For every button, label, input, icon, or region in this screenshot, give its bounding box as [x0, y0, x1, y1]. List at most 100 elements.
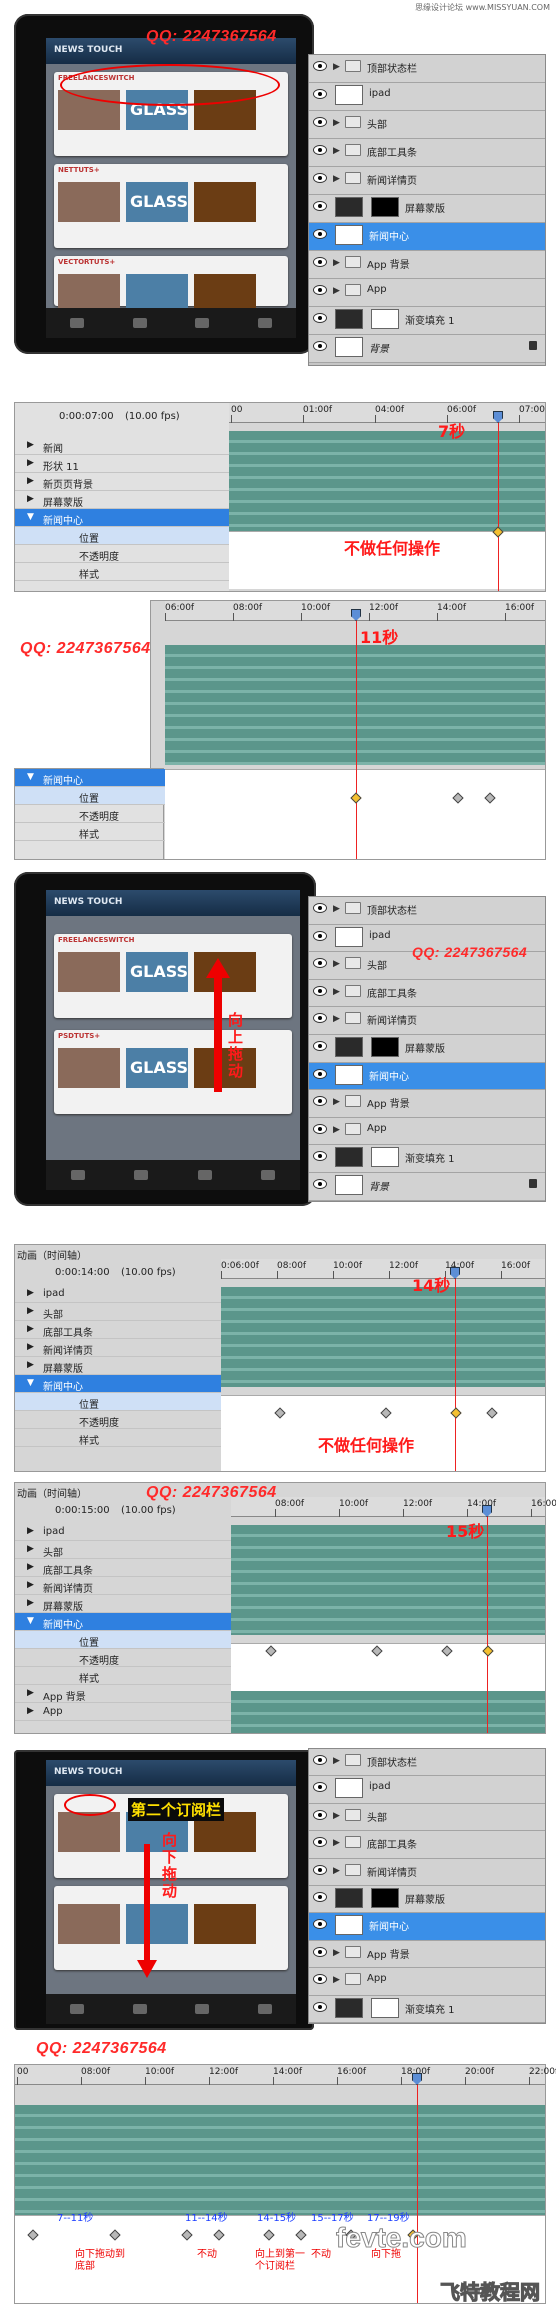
layer-row[interactable]: ▶ 头部	[309, 1803, 545, 1832]
expand-triangle-icon[interactable]: ▶	[333, 1125, 340, 1135]
expand-triangle-icon[interactable]: ▶	[27, 1598, 34, 1608]
expand-triangle-icon[interactable]: ▶	[333, 959, 340, 969]
timeline-row[interactable]: ▼ 新闻中心	[15, 1613, 231, 1631]
layer-row[interactable]: ▶ 新闻详情页	[309, 167, 545, 195]
layer-row[interactable]: ▶ App 背景	[309, 1090, 545, 1118]
layer-row[interactable]: ▶ App	[309, 1968, 545, 1996]
timeline-row[interactable]: ▼ 新闻中心	[15, 1375, 221, 1393]
eye-icon[interactable]	[313, 2001, 327, 2012]
expand-triangle-icon[interactable]: ▶	[333, 286, 340, 296]
timeline-row[interactable]: ▶ 底部工具条	[15, 1559, 231, 1577]
eye-icon[interactable]	[313, 285, 327, 295]
expand-triangle-icon[interactable]: ▶	[27, 1342, 34, 1352]
layer-row[interactable]: 屏幕蒙版	[309, 195, 545, 223]
expand-triangle-icon[interactable]: ▶	[333, 1866, 340, 1876]
timeline-row[interactable]: ▶ 新闻详情页	[15, 1339, 221, 1357]
eye-icon[interactable]	[313, 61, 327, 71]
timeline-row[interactable]: 样式	[15, 563, 229, 581]
eye-icon[interactable]	[313, 1946, 327, 1957]
eye-icon[interactable]	[313, 201, 327, 211]
expand-triangle-icon[interactable]: ▶	[333, 1948, 340, 1958]
timeline-row[interactable]: 位置	[15, 527, 229, 545]
eye-icon[interactable]	[313, 145, 327, 155]
timeline-row[interactable]: 位置	[15, 787, 165, 805]
timeline-row[interactable]: ▶ 屏幕蒙版	[15, 1595, 231, 1613]
expand-triangle-icon[interactable]: ▶	[333, 1756, 340, 1766]
news-card[interactable]: VECTORTUTS+	[54, 256, 288, 314]
timeline-row[interactable]: 不透明度	[15, 1411, 221, 1429]
expand-triangle-icon[interactable]: ▶	[333, 904, 340, 914]
layer-row[interactable]: 屏幕蒙版	[309, 1035, 545, 1063]
expand-triangle-icon[interactable]: ▶	[27, 476, 34, 486]
news-card[interactable]: PSDTUTS+ GLASS	[54, 1030, 292, 1114]
timeline-row[interactable]: ▶ 底部工具条	[15, 1321, 221, 1339]
expand-triangle-icon[interactable]: ▶	[333, 987, 340, 997]
expand-triangle-icon[interactable]: ▼	[27, 772, 34, 782]
timeline-row[interactable]: 位置	[15, 1393, 221, 1411]
layer-row[interactable]: 新闻中心	[309, 1913, 545, 1941]
timeline-row[interactable]: ▶ ipad	[15, 1523, 231, 1541]
eye-icon[interactable]	[313, 1013, 327, 1024]
expand-triangle-icon[interactable]: ▶	[27, 1688, 34, 1698]
eye-icon[interactable]	[313, 1837, 327, 1848]
layer-row[interactable]: ▶ 新闻详情页	[309, 1007, 545, 1035]
eye-icon[interactable]	[313, 1151, 327, 1162]
layer-row[interactable]: ipad	[309, 83, 545, 111]
eye-icon[interactable]	[313, 1068, 327, 1079]
layer-row[interactable]: ▶ App	[309, 1117, 545, 1146]
timeline-row[interactable]: 不透明度	[15, 545, 229, 563]
expand-triangle-icon[interactable]: ▶	[27, 1580, 34, 1590]
eye-icon[interactable]	[313, 1782, 327, 1793]
eye-icon[interactable]	[313, 257, 327, 267]
expand-triangle-icon[interactable]: ▶	[27, 1360, 34, 1370]
timeline-row[interactable]: ▶ 新闻	[15, 437, 229, 455]
layer-row[interactable]: ▶ App 背景	[309, 1940, 545, 1969]
timeline-row[interactable]: 样式	[15, 823, 165, 841]
timeline-row[interactable]: ▶ 头部	[15, 1541, 231, 1559]
layer-row[interactable]: ▶ 底部工具条	[309, 979, 545, 1008]
eye-icon[interactable]	[313, 903, 327, 913]
timeline-row[interactable]: ▶ 新闻详情页	[15, 1577, 231, 1595]
layer-row[interactable]: ▶ 顶部状态栏	[309, 55, 545, 83]
eye-icon[interactable]	[313, 1864, 327, 1875]
eye-icon[interactable]	[313, 173, 327, 183]
eye-icon[interactable]	[313, 341, 327, 351]
timeline-row[interactable]: 位置	[15, 1631, 231, 1649]
expand-triangle-icon[interactable]: ▶	[333, 1811, 340, 1821]
expand-triangle-icon[interactable]: ▼	[27, 512, 34, 522]
layer-row[interactable]: 背景	[309, 1173, 545, 1201]
expand-triangle-icon[interactable]: ▶	[333, 1838, 340, 1848]
expand-triangle-icon[interactable]: ▶	[333, 118, 340, 128]
layer-row[interactable]: ▶ 底部工具条	[309, 139, 545, 167]
eye-icon[interactable]	[313, 1809, 327, 1820]
eye-icon[interactable]	[313, 1041, 327, 1051]
timeline-row[interactable]: ▶ 屏幕蒙版	[15, 491, 229, 509]
layer-row[interactable]: 新闻中心	[309, 223, 545, 251]
eye-icon[interactable]	[313, 1892, 327, 1902]
layer-row[interactable]: ▶ App 背景	[309, 251, 545, 279]
expand-triangle-icon[interactable]: ▶	[27, 1544, 34, 1554]
layer-row[interactable]: 屏幕蒙版	[309, 1886, 545, 1914]
timeline-row[interactable]: 样式	[15, 1429, 221, 1447]
expand-triangle-icon[interactable]: ▶	[27, 1526, 34, 1536]
layer-row[interactable]: ▶ 顶部状态栏	[309, 1749, 545, 1777]
expand-triangle-icon[interactable]: ▶	[27, 1562, 34, 1572]
layer-row[interactable]: ipad	[309, 1776, 545, 1804]
timeline-row[interactable]: ▶ 头部	[15, 1303, 221, 1321]
eye-icon[interactable]	[313, 1974, 327, 1985]
layer-row[interactable]: ▶ 新闻详情页	[309, 1858, 545, 1886]
layer-row[interactable]: ▶ App	[309, 279, 545, 307]
timeline-row[interactable]: ▼ 新闻中心	[15, 509, 229, 527]
expand-triangle-icon[interactable]: ▶	[333, 146, 340, 156]
timeline-row[interactable]: 样式	[15, 1667, 231, 1685]
layer-row[interactable]: 背景	[309, 335, 545, 363]
expand-triangle-icon[interactable]: ▶	[333, 62, 340, 72]
eye-icon[interactable]	[313, 1123, 327, 1134]
expand-triangle-icon[interactable]: ▶	[333, 174, 340, 184]
eye-icon[interactable]	[313, 1755, 327, 1765]
eye-icon[interactable]	[313, 958, 327, 969]
eye-icon[interactable]	[313, 313, 327, 323]
eye-icon[interactable]	[313, 930, 327, 941]
expand-triangle-icon[interactable]: ▶	[27, 458, 34, 468]
expand-triangle-icon[interactable]: ▶	[27, 1306, 34, 1316]
